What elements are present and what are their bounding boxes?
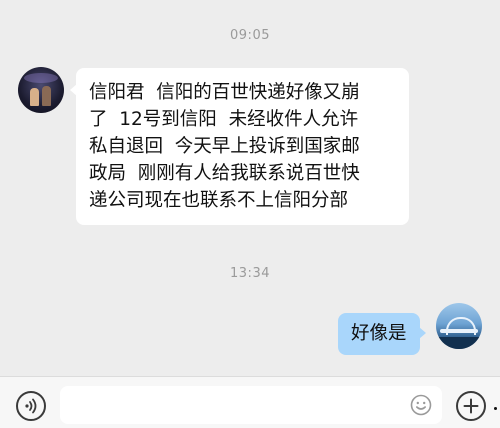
dot-mark (494, 407, 497, 410)
message-input[interactable] (60, 386, 442, 424)
voice-button[interactable] (16, 391, 46, 421)
plus-icon (463, 398, 479, 414)
timestamp: 13:34 (230, 266, 270, 281)
chat-area: 09:05 信阳君 信阳的百世快递好像又崩 了 12号到信阳 未经收件人允许 私… (0, 0, 500, 376)
timestamp: 09:05 (230, 28, 270, 43)
plus-button[interactable] (456, 391, 486, 421)
emoji-icon (410, 394, 432, 416)
sent-message-bubble[interactable]: 好像是 (338, 313, 425, 355)
received-message-bubble[interactable]: 信阳君 信阳的百世快递好像又崩 了 12号到信阳 未经收件人允许 私自退回 今天… (70, 68, 409, 225)
user-avatar[interactable] (436, 303, 482, 349)
contact-avatar[interactable] (18, 67, 64, 113)
voice-icon (25, 398, 37, 414)
emoji-button[interactable] (410, 394, 432, 416)
input-bar (0, 376, 500, 428)
